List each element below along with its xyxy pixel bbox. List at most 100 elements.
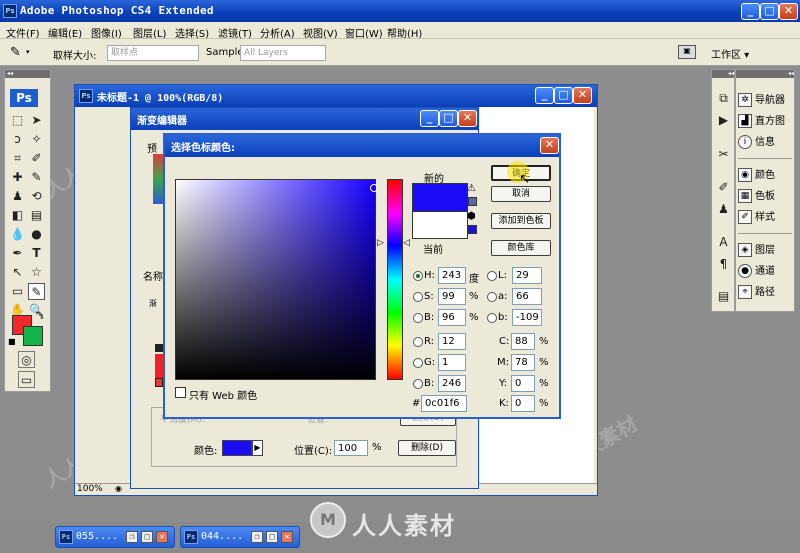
position-input[interactable]: 100 — [334, 440, 368, 456]
gradient-minimize-button[interactable]: _ — [420, 110, 439, 127]
task-close-icon[interactable]: ✕ — [281, 531, 293, 543]
hue-slider-right-arrow-icon[interactable]: ◁ — [403, 238, 410, 248]
task-close-icon[interactable]: ✕ — [156, 531, 168, 543]
task-maximize-icon[interactable]: □ — [141, 531, 153, 543]
cancel-button[interactable]: 取消 — [491, 186, 551, 202]
opacity-stop[interactable] — [155, 344, 163, 352]
stop-color-swatch[interactable] — [222, 440, 252, 456]
info-panel-tab[interactable]: i 信息 — [738, 134, 775, 152]
navigator-panel-tab[interactable]: ✲ 导航器 — [738, 92, 785, 110]
document-close-button[interactable]: ✕ — [573, 87, 592, 104]
add-to-swatches-button[interactable]: 添加到色板 — [491, 213, 551, 229]
zoom-level[interactable]: 100% — [77, 484, 103, 494]
blue-input[interactable]: 246 — [438, 375, 466, 392]
menu-image[interactable]: 图像(I) — [91, 25, 122, 40]
move-tool-icon[interactable]: ➤ — [28, 112, 45, 129]
stamp-tool-icon[interactable]: ♟ — [9, 188, 26, 205]
gamut-warning-icon[interactable]: ⚠ — [467, 183, 476, 194]
menu-file[interactable]: 文件(F) — [6, 25, 40, 40]
eyedropper-tool-icon[interactable]: ✎ — [28, 283, 45, 300]
path-select-icon[interactable]: ↖ — [9, 264, 26, 281]
task-restore-icon[interactable]: ❐ — [251, 531, 263, 543]
healing-brush-icon[interactable]: ✚ — [9, 169, 26, 186]
menu-window[interactable]: 窗口(W) — [345, 25, 383, 40]
character-panel-icon[interactable]: A — [715, 234, 732, 251]
swap-colors-icon[interactable]: ⤡ — [36, 311, 43, 321]
blue-radio[interactable] — [413, 379, 423, 389]
actions-panel-icon[interactable]: ▶ — [715, 112, 732, 129]
saturation-input[interactable]: 99 — [438, 288, 466, 305]
workspace-button[interactable]: 工作区 ▾ — [711, 46, 749, 61]
gamut-color-swatch[interactable] — [468, 197, 477, 206]
screen-mode-icon[interactable]: ▭ — [18, 371, 35, 388]
color-field-cursor[interactable] — [370, 184, 378, 192]
document-minimize-button[interactable]: _ — [535, 87, 554, 104]
red-radio[interactable] — [413, 337, 423, 347]
quick-mask-icon[interactable]: ◎ — [18, 351, 35, 368]
maximize-button[interactable]: □ — [760, 3, 779, 20]
color-stop[interactable] — [155, 378, 163, 387]
menu-select[interactable]: 选择(S) — [175, 25, 209, 40]
task-restore-icon[interactable]: ❐ — [126, 531, 138, 543]
dodge-tool-icon[interactable]: ● — [28, 226, 45, 243]
notes-tool-icon[interactable]: ▭ — [9, 283, 26, 300]
close-button[interactable]: ✕ — [779, 3, 798, 20]
hue-radio[interactable] — [413, 271, 423, 281]
default-colors-icon[interactable]: ■ — [8, 337, 16, 346]
brightness-radio[interactable] — [413, 313, 423, 323]
lab-a-input[interactable]: 66 — [512, 288, 542, 305]
web-safe-color-swatch[interactable] — [468, 225, 477, 234]
sample-size-select[interactable]: 取样点 — [107, 45, 199, 61]
palette-icon[interactable]: ▣ — [678, 45, 696, 59]
styles-panel-tab[interactable]: ✐ 样式 — [738, 209, 775, 227]
hue-input[interactable]: 243 — [438, 267, 466, 284]
history-panel-icon[interactable]: ⧉ — [715, 90, 732, 107]
lab-b-radio[interactable] — [487, 313, 497, 323]
menu-help[interactable]: 帮助(H) — [387, 25, 422, 40]
red-input[interactable]: 12 — [438, 333, 466, 350]
green-input[interactable]: 1 — [438, 354, 466, 371]
saturation-radio[interactable] — [413, 292, 423, 302]
layer-comps-icon[interactable]: ▤ — [715, 288, 732, 305]
eyedropper-icon[interactable]: ✎ — [10, 45, 21, 60]
clone-source-icon[interactable]: ♟ — [715, 201, 732, 218]
status-arrow-icon[interactable]: ◉ — [115, 484, 122, 493]
picker-close-button[interactable]: ✕ — [540, 137, 559, 154]
green-radio[interactable] — [413, 358, 423, 368]
web-colors-checkbox[interactable] — [175, 387, 186, 398]
lab-l-radio[interactable] — [487, 271, 497, 281]
document-maximize-button[interactable]: □ — [554, 87, 573, 104]
color-libraries-button[interactable]: 颜色库 — [491, 240, 551, 256]
tool-presets-icon[interactable]: ✂ — [715, 146, 732, 163]
gradient-close-button[interactable]: ✕ — [458, 110, 477, 127]
marquee-tool-icon[interactable]: ⬚ — [9, 112, 26, 129]
hex-input[interactable]: 0c01f6 — [421, 395, 467, 412]
brush-tool-icon[interactable]: ✎ — [28, 169, 45, 186]
brightness-input[interactable]: 96 — [438, 309, 466, 326]
histogram-panel-tab[interactable]: ▟ 直方图 — [738, 113, 785, 131]
pen-tool-icon[interactable]: ✒ — [9, 245, 26, 262]
hue-slider[interactable] — [387, 179, 403, 380]
history-brush-icon[interactable]: ⟲ — [28, 188, 45, 205]
menu-analysis[interactable]: 分析(A) — [260, 25, 295, 40]
lab-a-radio[interactable] — [487, 292, 497, 302]
eraser-tool-icon[interactable]: ◧ — [9, 207, 26, 224]
stop-color-menu-icon[interactable]: ▶ — [252, 440, 263, 456]
lasso-tool-icon[interactable]: ↄ — [9, 131, 26, 148]
yellow-input[interactable]: 0 — [511, 375, 535, 392]
layers-panel-tab[interactable]: ◈ 图层 — [738, 242, 775, 260]
background-color-swatch[interactable] — [23, 326, 43, 346]
paths-panel-tab[interactable]: ⌖ 路径 — [738, 284, 775, 302]
cyan-input[interactable]: 88 — [511, 333, 535, 350]
task-button[interactable]: Ps 044.... ❐ □ ✕ — [180, 526, 300, 548]
slice-tool-icon[interactable]: ✐ — [28, 150, 45, 167]
type-tool-icon[interactable]: T — [28, 245, 45, 262]
paragraph-panel-icon[interactable]: ¶ — [715, 256, 732, 273]
gradient-tool-icon[interactable]: ▤ — [28, 207, 45, 224]
magenta-input[interactable]: 78 — [511, 354, 535, 371]
menu-filter[interactable]: 滤镜(T) — [218, 25, 252, 40]
lab-l-input[interactable]: 29 — [512, 267, 542, 284]
lab-b-input[interactable]: -109 — [512, 309, 542, 326]
web-safe-cube-icon[interactable]: ⬢ — [467, 211, 476, 222]
color-panel-tab[interactable]: ◉ 颜色 — [738, 167, 775, 185]
